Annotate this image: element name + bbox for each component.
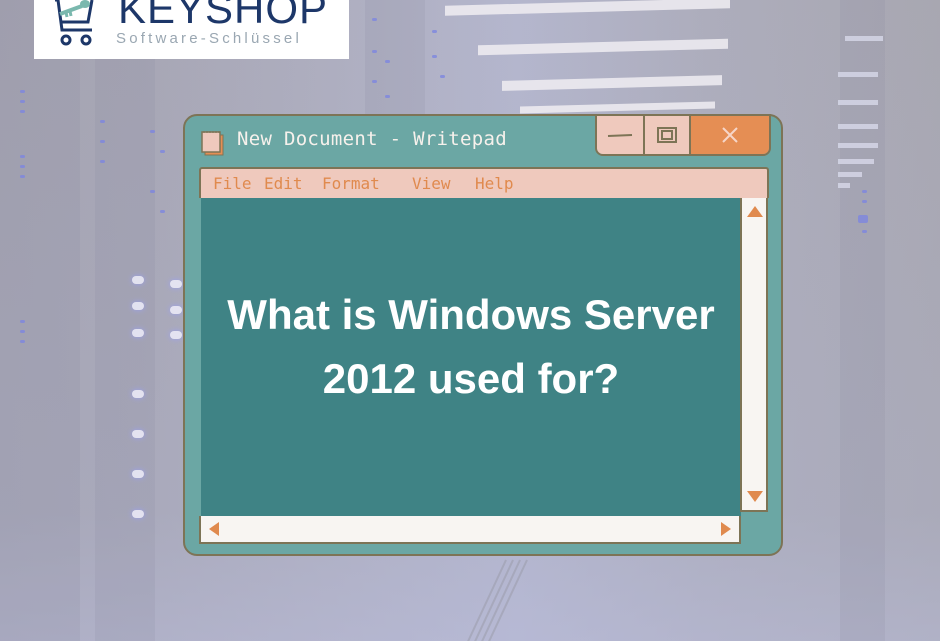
rack-led xyxy=(20,330,25,333)
rack-led xyxy=(160,210,165,213)
menu-bar: File Edit Format View Help xyxy=(199,167,769,198)
rack-led xyxy=(372,50,377,53)
vertical-scrollbar[interactable] xyxy=(740,198,768,512)
ceiling-light xyxy=(478,38,728,56)
rack-led xyxy=(132,430,144,438)
rack-led xyxy=(170,331,182,339)
rack-led xyxy=(170,280,182,288)
logo-subtitle: Software-Schlüssel xyxy=(116,30,302,47)
cart-key-icon xyxy=(55,0,94,46)
close-button[interactable] xyxy=(691,116,769,154)
rack-led xyxy=(132,390,144,398)
document-text-area[interactable]: What is Windows Server 2012 used for? xyxy=(201,198,741,516)
rack-led xyxy=(132,276,144,284)
rack-led xyxy=(858,215,868,223)
window-title: New Document - Writepad xyxy=(237,128,507,150)
rack-led xyxy=(372,80,377,83)
rack-led xyxy=(100,160,105,163)
minimize-button[interactable] xyxy=(597,116,645,154)
ceiling-light xyxy=(520,101,715,114)
rack-led xyxy=(100,140,105,143)
rack-led xyxy=(372,18,377,21)
window-controls xyxy=(595,114,771,156)
rack-slat xyxy=(838,183,850,188)
rack-led xyxy=(20,155,25,158)
rack-slat xyxy=(838,172,862,177)
rack-led xyxy=(20,340,25,343)
heading-line-1: What is Windows Server xyxy=(227,291,715,338)
keyshop-logo[interactable]: KEYSHOP Software-Schlüssel xyxy=(34,0,349,59)
document-heading: What is Windows Server 2012 used for? xyxy=(201,283,741,411)
menu-file[interactable]: File xyxy=(213,174,252,193)
scroll-down-arrow-icon[interactable] xyxy=(747,491,763,502)
logo-title: KEYSHOP xyxy=(118,0,329,32)
scroll-right-arrow-icon[interactable] xyxy=(721,522,731,536)
rack-led xyxy=(385,95,390,98)
scroll-up-arrow-icon[interactable] xyxy=(747,206,763,217)
rack-led xyxy=(20,90,25,93)
rack-led xyxy=(20,165,25,168)
rack-led xyxy=(160,150,165,153)
rack-led xyxy=(432,30,437,33)
rack-led xyxy=(100,120,105,123)
ceiling-light xyxy=(445,0,730,16)
rack-led xyxy=(132,302,144,310)
rack-led xyxy=(170,306,182,314)
menu-format[interactable]: Format xyxy=(322,174,380,193)
rack-led xyxy=(20,175,25,178)
rack-led xyxy=(20,110,25,113)
rack-led xyxy=(150,130,155,133)
scroll-left-arrow-icon[interactable] xyxy=(209,522,219,536)
rack-led xyxy=(132,329,144,337)
menu-view[interactable]: View xyxy=(412,174,451,193)
rack-led xyxy=(132,510,144,518)
ceiling-light xyxy=(502,75,722,91)
server-rack xyxy=(0,0,80,641)
horizontal-scrollbar[interactable] xyxy=(199,516,741,544)
writepad-window: New Document - Writepad File Edit Format… xyxy=(183,114,783,556)
notepad-icon xyxy=(201,131,224,156)
rack-slat xyxy=(838,72,878,77)
rack-led xyxy=(432,55,437,58)
rack-led xyxy=(440,75,445,78)
rack-led xyxy=(385,60,390,63)
maximize-button[interactable] xyxy=(645,116,691,154)
rack-led xyxy=(862,230,867,233)
maximize-icon xyxy=(657,127,677,143)
rack-led xyxy=(20,100,25,103)
heading-line-2: 2012 used for? xyxy=(322,355,620,402)
rack-led xyxy=(150,190,155,193)
rack-slat xyxy=(838,143,878,148)
rack-led xyxy=(132,470,144,478)
rack-slat xyxy=(838,124,878,129)
close-icon xyxy=(722,127,738,143)
rack-led xyxy=(862,190,867,193)
rack-led xyxy=(862,200,867,203)
rack-slat xyxy=(838,100,878,105)
minimize-icon xyxy=(607,134,633,137)
rack-slat xyxy=(838,159,874,164)
menu-help[interactable]: Help xyxy=(475,174,514,193)
menu-edit[interactable]: Edit xyxy=(264,174,303,193)
server-rack xyxy=(840,0,885,641)
server-rack xyxy=(95,0,155,641)
rack-led xyxy=(20,320,25,323)
rack-slat xyxy=(845,36,883,41)
